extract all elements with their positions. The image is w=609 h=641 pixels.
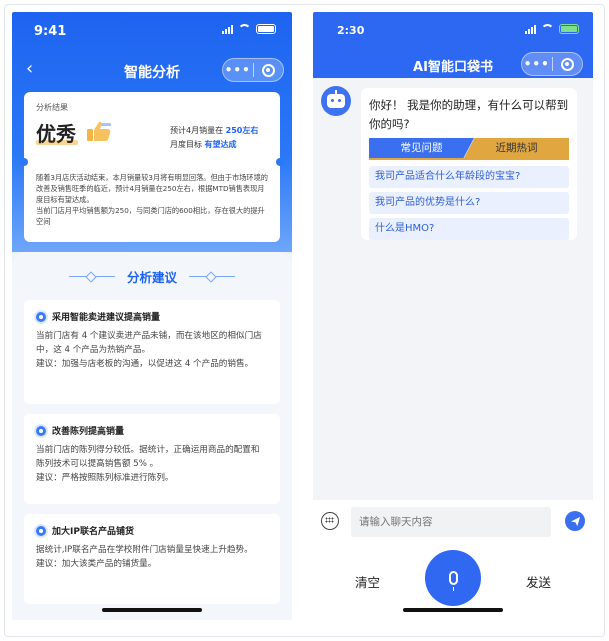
microphone-icon (448, 571, 458, 591)
advice-card-title: 改善陈列提高销量 (52, 427, 125, 437)
mini-program-capsule: ••• (521, 52, 583, 76)
target-prefix: 月度目标 (170, 140, 202, 149)
question-tabs: 常见问题 近期热词 (369, 138, 569, 158)
advice-title: 分析建议 (126, 269, 177, 285)
lightbulb-icon (36, 425, 46, 436)
analysis-phone: 9:41 ‹ 智能分析 ••• 分析结果 优秀 预计4月销量在 250左右 月度… (12, 12, 292, 620)
status-time: 9:41 (34, 24, 67, 39)
close-icon[interactable] (553, 57, 583, 71)
more-icon[interactable]: ••• (223, 63, 253, 77)
keyboard-icon[interactable] (321, 512, 339, 530)
wifi-icon (541, 24, 554, 34)
status-icons (222, 24, 276, 34)
bot-greeting: 你好！ 我是你的助理，有什么可以帮到你的吗? (369, 98, 569, 131)
advice-title-row: 分析建议 (12, 266, 292, 286)
suggested-question[interactable]: 我司产品适合什么年龄段的宝宝? (369, 166, 569, 188)
status-bar: 9:41 (12, 12, 292, 48)
thumbs-up-icon (87, 121, 111, 141)
home-indicator (102, 608, 202, 612)
advice-card-title: 采用智能卖进建议提高销量 (52, 313, 161, 323)
advice-card-header: 改善陈列提高销量 (36, 424, 268, 437)
send-icon[interactable] (565, 511, 585, 531)
chat-input[interactable] (351, 507, 551, 537)
result-card: 分析结果 优秀 预计4月销量在 250左右 月度目标 有望达成 随着3月店庆活动… (20, 92, 284, 242)
home-indicator (403, 608, 503, 612)
chat-bottom-bar: 清空 发送 (313, 544, 593, 620)
analysis-header: 9:41 ‹ 智能分析 ••• 分析结果 优秀 预计4月销量在 250左右 月度… (12, 12, 292, 252)
signal-icon (222, 24, 233, 34)
prediction-prefix: 预计4月销量在 (170, 126, 224, 135)
advice-card-header: 加大IP联名产品铺货 (36, 524, 268, 537)
advice-card-body: 当前门店的陈列得分较低。据统计，正确运用商品的配置和陈列技术可以提高销售额 5%… (36, 445, 260, 483)
target-value: 有望达成 (204, 140, 237, 149)
lightbulb-icon (36, 311, 46, 322)
tabs-underline (369, 158, 569, 160)
result-description: 随着3月店庆活动结束，本月销量较3月将有明显回落。但由于市场环境的改善及销售旺季… (36, 173, 268, 226)
bot-face (327, 94, 345, 108)
chat-phone: 2:30 AI智能口袋书 ••• 你好！ 我是你的助理，有什么可以帮到你的吗? … (313, 12, 593, 620)
bot-avatar-icon (321, 86, 351, 116)
lightbulb-icon (36, 525, 46, 536)
chat-header: 2:30 AI智能口袋书 ••• (313, 12, 593, 78)
advice-card[interactable]: 加大IP联名产品铺货 据统计,IP联名产品在学校附件门店销量呈快速上升趋势。 建… (24, 514, 280, 604)
advice-card-title: 加大IP联名产品铺货 (52, 527, 134, 537)
status-bar: 2:30 (313, 12, 593, 48)
prediction-block: 预计4月销量在 250左右 月度目标 有望达成 (170, 124, 258, 152)
advice-card-body: 据统计,IP联名产品在学校附件门店销量呈快速上升趋势。 建议：加大该类产品的铺货… (36, 545, 253, 569)
bot-message-bubble: 你好！ 我是你的助理，有什么可以帮到你的吗? 常见问题 近期热词 我司产品适合什… (361, 88, 577, 240)
suggested-question[interactable]: 我司产品的优势是什么? (369, 192, 569, 214)
status-time: 2:30 (337, 24, 365, 37)
chat-input-bar (313, 500, 593, 544)
result-grade: 优秀 (36, 122, 76, 146)
signal-icon (525, 24, 536, 34)
close-icon[interactable] (254, 63, 284, 77)
advice-section: 分析建议 采用智能卖进建议提高销量 当前门店有 4 个建议卖进产品未铺，而在该地… (12, 252, 292, 620)
nav-bar: ‹ 智能分析 ••• (12, 56, 292, 86)
advice-card-body: 当前门店有 4 个建议卖进产品未铺，而在该地区的相似门店中，这 4 个产品为热销… (36, 331, 262, 369)
status-icons (525, 24, 579, 34)
title-decoration-right (189, 271, 235, 281)
wifi-icon (238, 24, 251, 34)
tab-common-questions[interactable]: 常见问题 (369, 138, 474, 158)
advice-card[interactable]: 改善陈列提高销量 当前门店的陈列得分较低。据统计，正确运用商品的配置和陈列技术可… (24, 414, 280, 504)
advice-card-header: 采用智能卖进建议提高销量 (36, 310, 268, 323)
voice-input-button[interactable] (425, 550, 481, 606)
clear-button[interactable]: 清空 (355, 572, 380, 591)
battery-icon (559, 24, 579, 34)
result-label: 分析结果 (36, 103, 68, 112)
tab-hot-words[interactable]: 近期热词 (464, 138, 569, 158)
suggested-question[interactable]: 什么是HMO? (369, 218, 569, 240)
advice-card[interactable]: 采用智能卖进建议提高销量 当前门店有 4 个建议卖进产品未铺，而在该地区的相似门… (24, 300, 280, 404)
mini-program-capsule: ••• (222, 58, 284, 82)
more-icon[interactable]: ••• (522, 57, 552, 71)
battery-icon (256, 24, 276, 34)
send-button[interactable]: 发送 (526, 572, 551, 591)
prediction-value: 250左右 (225, 126, 259, 135)
title-decoration-left (68, 271, 115, 281)
